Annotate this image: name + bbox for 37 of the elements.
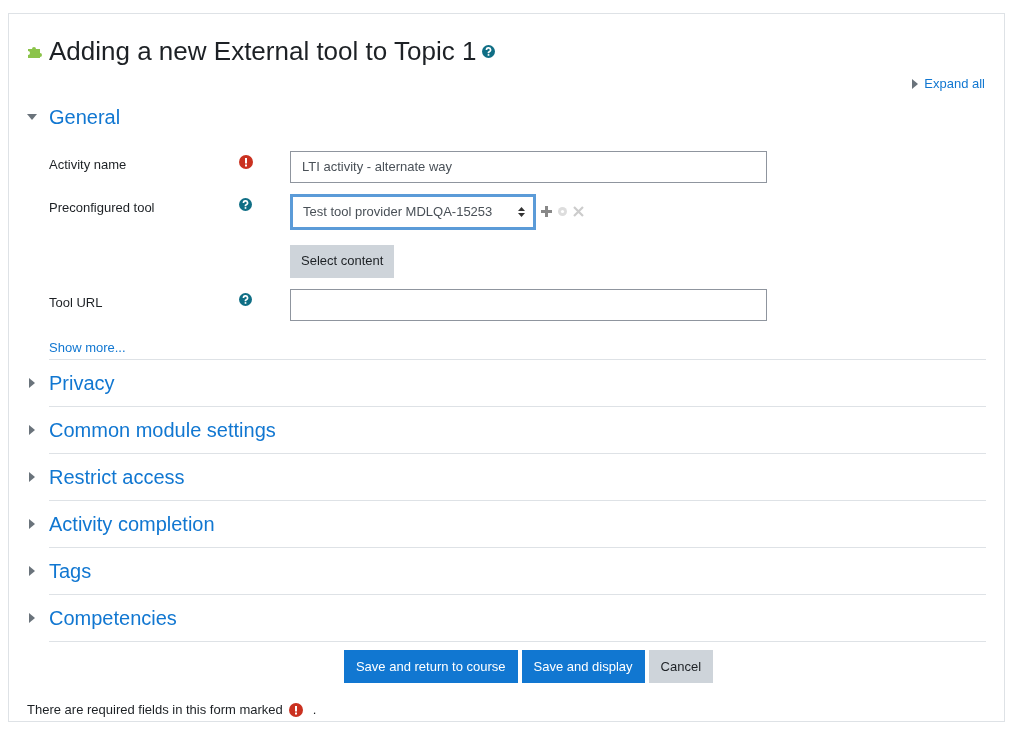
caret-down-icon[interactable] bbox=[27, 113, 37, 120]
text-field[interactable] bbox=[290, 288, 767, 321]
help-icon[interactable] bbox=[239, 197, 252, 211]
show-more-link[interactable]: Show more... bbox=[49, 337, 986, 357]
primary-button[interactable]: Save and return to course bbox=[343, 650, 518, 683]
field-label: Preconfigured tool bbox=[49, 198, 156, 217]
page-title: Adding a new External tool to Topic 1 bbox=[49, 36, 477, 66]
caret-right-icon[interactable] bbox=[29, 519, 35, 529]
caret-right-icon[interactable] bbox=[29, 613, 35, 623]
section-heading[interactable]: Competencies bbox=[49, 603, 177, 633]
note-period: . bbox=[312, 701, 317, 719]
required-icon bbox=[288, 702, 303, 717]
required-note: There are required fields in this form marked bbox=[27, 701, 283, 719]
section-heading[interactable]: Restrict access bbox=[49, 462, 185, 492]
caret-right-icon[interactable] bbox=[29, 472, 35, 482]
section-heading[interactable]: General bbox=[49, 101, 121, 132]
section-heading[interactable]: Privacy bbox=[49, 368, 115, 398]
section-heading[interactable]: Common module settings bbox=[49, 415, 276, 445]
text-field[interactable]: LTI activity - alternate way bbox=[290, 150, 767, 183]
updown-icon bbox=[518, 206, 525, 217]
cancel-button[interactable]: Cancel bbox=[648, 650, 714, 683]
primary-button[interactable]: Save and display bbox=[521, 650, 645, 683]
section-heading[interactable]: Tags bbox=[49, 556, 92, 586]
required-icon bbox=[239, 154, 253, 169]
select-field[interactable]: Test tool provider MDLQA-15253 bbox=[290, 193, 536, 230]
help-icon[interactable] bbox=[482, 44, 496, 58]
caret-right-icon[interactable] bbox=[29, 378, 35, 388]
help-icon[interactable] bbox=[239, 292, 252, 306]
field-label: Tool URL bbox=[49, 293, 104, 312]
caret-right-icon[interactable] bbox=[912, 78, 919, 89]
section-heading[interactable]: Activity completion bbox=[49, 509, 215, 539]
expand-all-link[interactable]: Expand all bbox=[924, 74, 985, 94]
caret-right-icon[interactable] bbox=[29, 566, 35, 576]
select-content-button[interactable]: Select content bbox=[290, 244, 395, 278]
field-label: Activity name bbox=[49, 155, 128, 174]
plus-icon[interactable] bbox=[541, 206, 552, 217]
caret-right-icon[interactable] bbox=[29, 425, 35, 435]
